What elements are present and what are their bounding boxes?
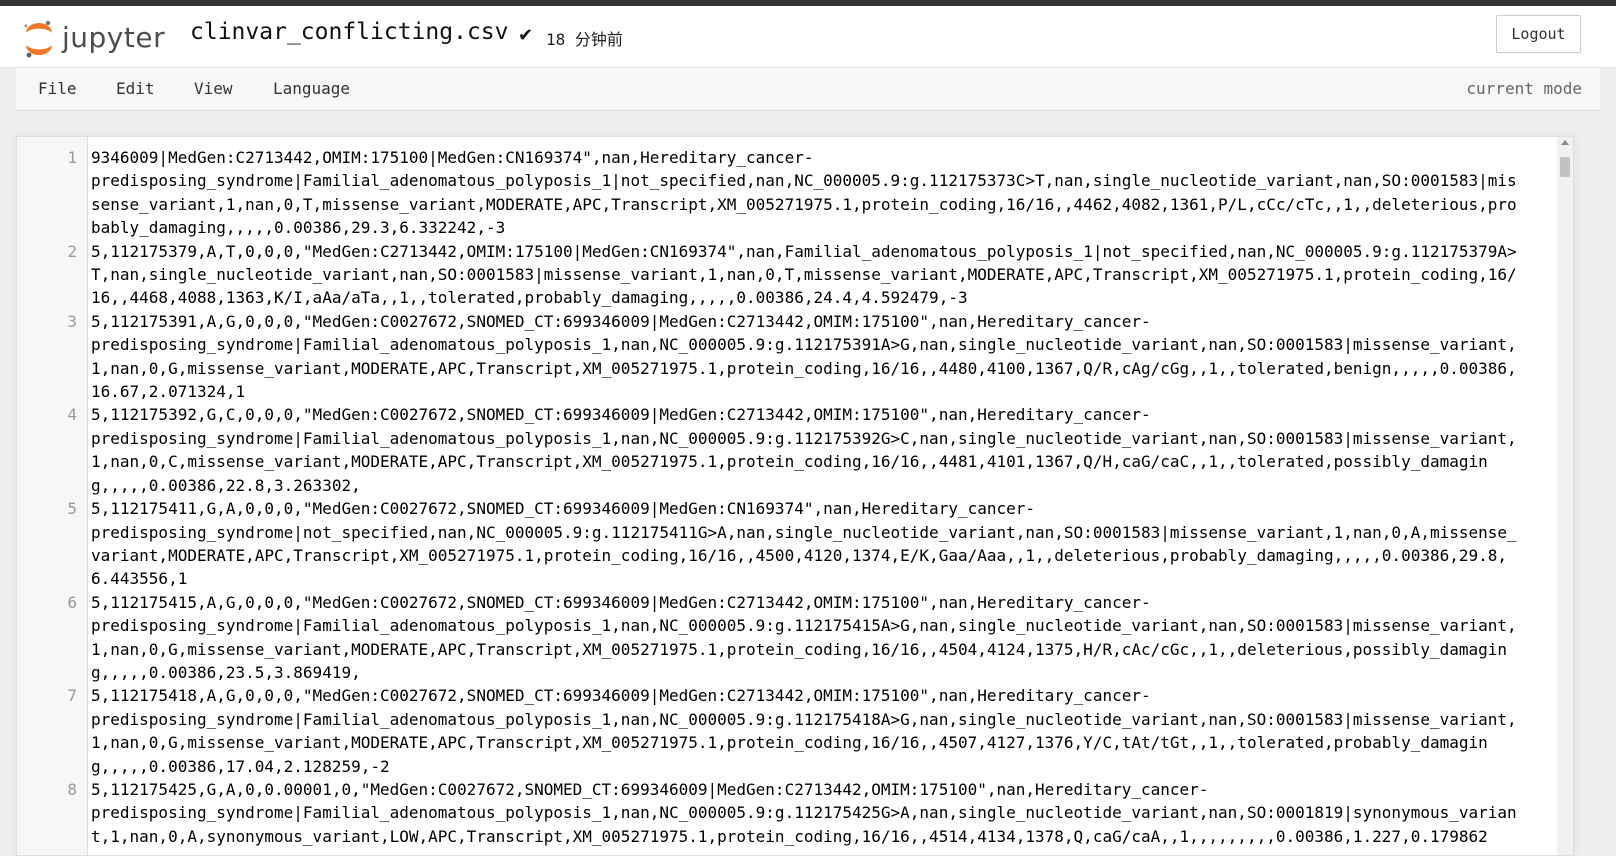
menu-file[interactable]: File: [38, 79, 77, 98]
saved-check-icon: ✔: [518, 25, 534, 46]
line-text[interactable]: 5,112175415,A,G,0,0,0,"MedGen:C0027672,S…: [91, 591, 1521, 685]
menu-edit[interactable]: Edit: [116, 79, 155, 98]
scroll-up-arrow-icon[interactable]: [1561, 140, 1569, 145]
line-text[interactable]: 5,112175425,G,A,0,0.00001,0,"MedGen:C002…: [91, 778, 1521, 848]
editor-line[interactable]: 5 5,112175411,G,A,0,0,0,"MedGen:C0027672…: [17, 497, 1557, 591]
line-number: 4: [67, 405, 77, 425]
line-number: 7: [67, 686, 77, 706]
text-editor[interactable]: 1 9346009|MedGen:C2713442,OMIM:175100|Me…: [16, 136, 1574, 856]
line-text[interactable]: 9346009|MedGen:C2713442,OMIM:175100|MedG…: [91, 146, 1521, 240]
editor-line[interactable]: 7 5,112175418,A,G,0,0,0,"MedGen:C0027672…: [17, 684, 1557, 778]
jupyter-logo[interactable]: jupyter: [22, 16, 172, 60]
editor-mode-indicator: current mode: [1466, 79, 1582, 98]
logo-text: jupyter: [62, 21, 166, 54]
menu-view[interactable]: View: [194, 79, 233, 98]
jupyter-logo-icon: [24, 20, 52, 58]
menu-bar: File Edit View Language current mode: [16, 68, 1600, 111]
header: jupyter clinvar_conflicting.csv ✔ 18 分钟前…: [0, 6, 1616, 68]
menu-language[interactable]: Language: [273, 79, 350, 98]
editor-line[interactable]: 2 5,112175379,A,T,0,0,0,"MedGen:C2713442…: [17, 240, 1557, 310]
editor-lines: 1 9346009|MedGen:C2713442,OMIM:175100|Me…: [17, 146, 1557, 848]
file-name[interactable]: clinvar_conflicting.csv: [190, 19, 509, 45]
line-text[interactable]: 5,112175411,G,A,0,0,0,"MedGen:C0027672,S…: [91, 497, 1521, 591]
line-number: 3: [67, 311, 77, 331]
vertical-scrollbar[interactable]: [1557, 137, 1573, 855]
line-text[interactable]: 5,112175391,A,G,0,0,0,"MedGen:C0027672,S…: [91, 310, 1521, 404]
editor-line[interactable]: 3 5,112175391,A,G,0,0,0,"MedGen:C0027672…: [17, 310, 1557, 404]
line-number: 6: [67, 592, 77, 612]
last-saved-status: 18 分钟前: [546, 30, 623, 49]
line-text[interactable]: 5,112175418,A,G,0,0,0,"MedGen:C0027672,S…: [91, 684, 1521, 778]
line-text[interactable]: 5,112175392,G,C,0,0,0,"MedGen:C0027672,S…: [91, 403, 1521, 497]
line-number: 5: [67, 499, 77, 519]
editor-line[interactable]: 1 9346009|MedGen:C2713442,OMIM:175100|Me…: [17, 146, 1557, 240]
scroll-thumb[interactable]: [1560, 157, 1570, 177]
line-number: 8: [67, 779, 77, 799]
editor-line[interactable]: 6 5,112175415,A,G,0,0,0,"MedGen:C0027672…: [17, 591, 1557, 685]
line-text[interactable]: 5,112175379,A,T,0,0,0,"MedGen:C2713442,O…: [91, 240, 1521, 310]
editor-line[interactable]: 8 5,112175425,G,A,0,0.00001,0,"MedGen:C0…: [17, 778, 1557, 848]
logout-button[interactable]: Logout: [1496, 15, 1581, 53]
editor-line[interactable]: 4 5,112175392,G,C,0,0,0,"MedGen:C0027672…: [17, 403, 1557, 497]
line-number: 2: [67, 241, 77, 261]
line-number: 1: [67, 148, 77, 167]
